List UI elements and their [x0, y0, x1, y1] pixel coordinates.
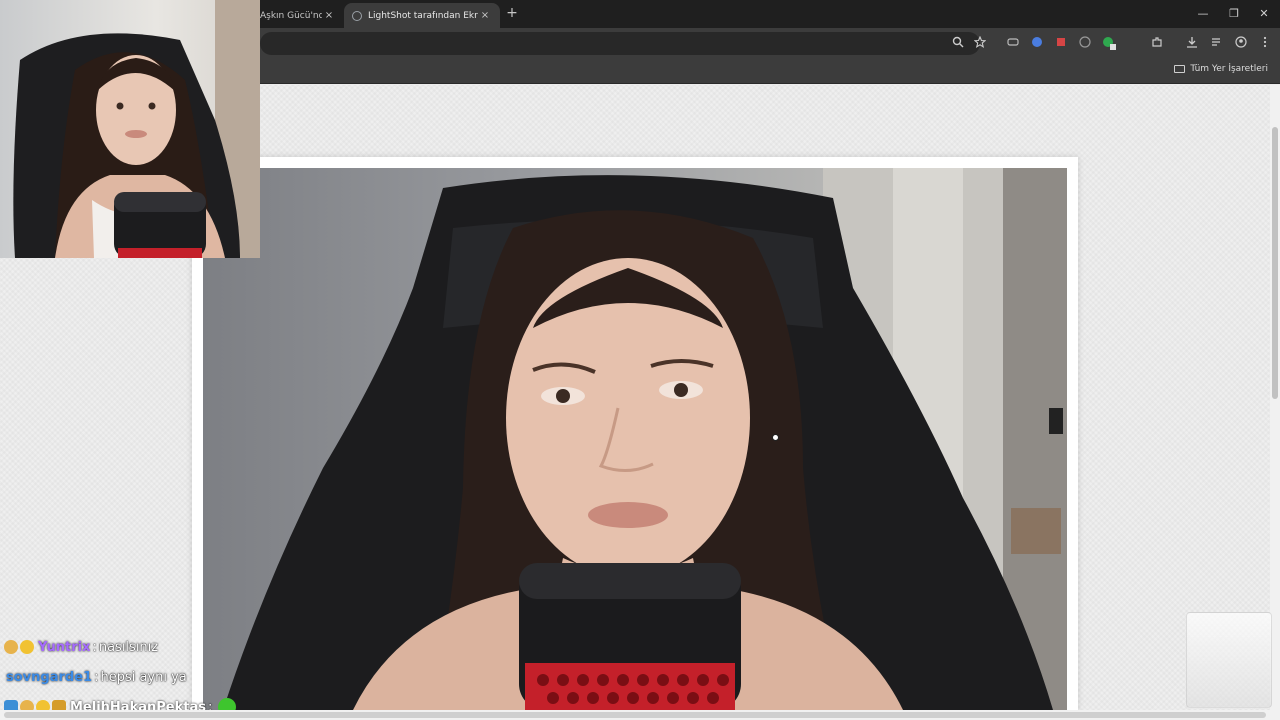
horizontal-scrollbar[interactable]: [0, 710, 1280, 720]
gold-badge-icon: [20, 640, 34, 654]
mouse-cursor-icon: [772, 434, 779, 441]
webcam-feed: [13, 0, 260, 258]
chat-message: sovngarde1 : hepsi aynı ya: [4, 662, 264, 692]
lightshot-favicon-icon: [352, 10, 362, 21]
minimize-button[interactable]: —: [1188, 4, 1218, 24]
extension-grid-icon[interactable]: [1006, 36, 1020, 50]
bookmark-star-icon[interactable]: [973, 35, 987, 50]
new-tab-button[interactable]: +: [504, 5, 520, 23]
screenshot-photo: [223, 168, 1067, 710]
menu-icon[interactable]: [1258, 36, 1272, 50]
tab-1[interactable]: Aşkın Gücü'nde ×: [252, 3, 344, 28]
folder-icon: [1174, 65, 1186, 73]
extensions-puzzle-icon[interactable]: [1150, 36, 1164, 50]
chat-separator: :: [94, 669, 99, 685]
media-controls-icon[interactable]: [1210, 36, 1224, 50]
download-icon[interactable]: [1185, 36, 1199, 50]
tab-close-icon[interactable]: ×: [322, 10, 336, 21]
chat-username: sovngarde1: [6, 669, 93, 685]
scrollbar-thumb[interactable]: [1272, 127, 1278, 399]
extension-green-icon[interactable]: [1102, 36, 1116, 50]
webcam-overlay: [0, 0, 260, 258]
screenshot-image: [203, 168, 1067, 710]
stream-chat-overlay: Yuntrix : nasılsınız sovngarde1 : hepsi …: [4, 632, 264, 720]
chat-username: Yuntrix: [38, 639, 91, 655]
zoom-icon[interactable]: [951, 36, 965, 50]
tab-close-icon[interactable]: ×: [478, 10, 492, 21]
tab-2[interactable]: LightShot tarafından Ekran Gör ×: [344, 3, 500, 28]
tab-title: Aşkın Gücü'nde: [260, 10, 322, 21]
chat-text: hepsi aynı ya: [100, 669, 187, 685]
chat-text: nasılsınız: [98, 639, 159, 655]
close-window-button[interactable]: ✕: [1249, 4, 1279, 24]
maximize-button[interactable]: ❐: [1219, 4, 1249, 24]
extension-blue-icon[interactable]: [1030, 36, 1044, 50]
extension-info-icon[interactable]: [1078, 36, 1092, 50]
address-bar[interactable]: [260, 32, 980, 55]
chat-message: Yuntrix : nasılsınız: [4, 632, 264, 662]
chat-separator: :: [92, 639, 97, 655]
glass-cup: [1186, 612, 1272, 708]
horizontal-scrollbar-thumb[interactable]: [4, 712, 1266, 718]
profile-icon[interactable]: [1234, 36, 1248, 50]
moon-badge-icon: [4, 640, 18, 654]
extension-red-icon[interactable]: [1054, 36, 1068, 50]
tab-title: LightShot tarafından Ekran Gör: [368, 10, 478, 21]
bookmarks-folder-label: Tüm Yer İşaretleri: [1190, 64, 1268, 74]
all-bookmarks-folder[interactable]: Tüm Yer İşaretleri: [1174, 64, 1268, 74]
